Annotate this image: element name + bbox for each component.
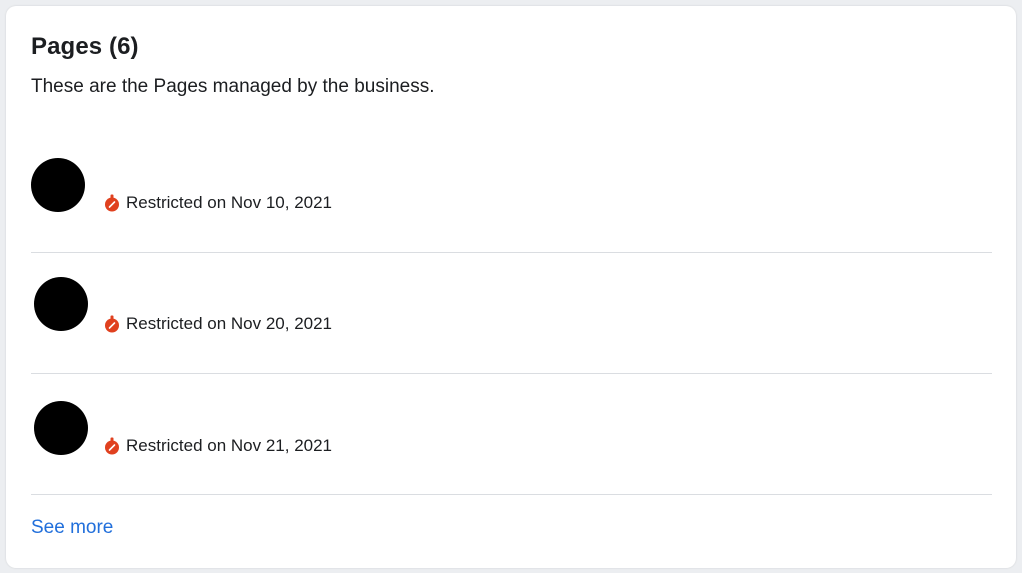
page-list-item[interactable]: Restricted on Nov 10, 2021 xyxy=(31,132,992,253)
see-more-link[interactable]: See more xyxy=(31,517,113,539)
page-status-text: Restricted on Nov 20, 2021 xyxy=(126,314,333,333)
restricted-icon xyxy=(105,194,119,212)
pages-list: Restricted on Nov 10, 2021 Restricted on… xyxy=(31,132,992,495)
page-status-text: Restricted on Nov 10, 2021 xyxy=(126,193,333,212)
pages-card: Pages (6) These are the Pages managed by… xyxy=(6,6,1016,568)
page-list-item[interactable]: Restricted on Nov 21, 2021 xyxy=(31,374,992,495)
page-status-text: Restricted on Nov 21, 2021 xyxy=(126,436,333,455)
page-avatar[interactable] xyxy=(31,158,85,212)
page-status: Restricted on Nov 10, 2021 xyxy=(104,193,332,213)
section-title: Pages (6) xyxy=(31,33,139,60)
page-status: Restricted on Nov 21, 2021 xyxy=(104,436,332,456)
page-avatar[interactable] xyxy=(34,401,88,455)
restricted-icon xyxy=(105,315,119,333)
page-status: Restricted on Nov 20, 2021 xyxy=(104,314,332,334)
page-list-item[interactable]: Restricted on Nov 20, 2021 xyxy=(31,253,992,374)
section-subtitle: These are the Pages managed by the busin… xyxy=(31,76,435,97)
restricted-icon xyxy=(105,437,119,455)
page-avatar[interactable] xyxy=(34,277,88,331)
